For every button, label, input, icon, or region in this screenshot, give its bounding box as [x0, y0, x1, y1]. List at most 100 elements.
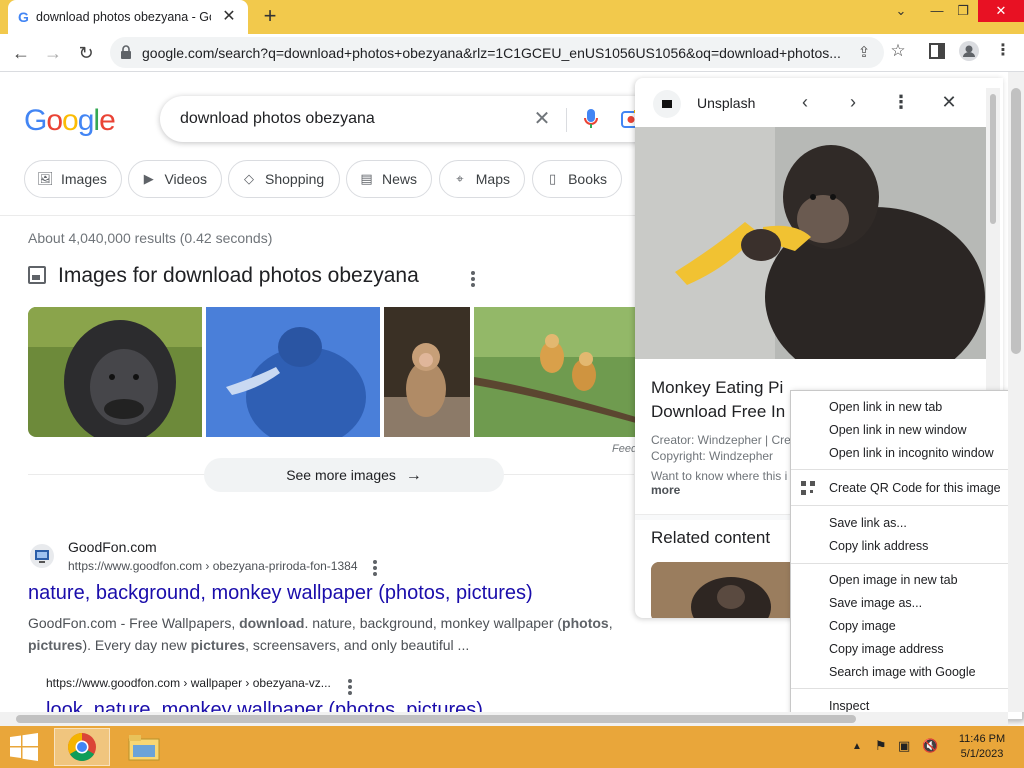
result-url[interactable]: https://www.goodfon.com › wallpaper › ob…	[46, 676, 331, 690]
clock-date: 5/1/2023	[960, 748, 1004, 760]
clear-search-icon[interactable]: ✕	[530, 107, 554, 131]
close-panel-icon[interactable]: ✕	[937, 90, 961, 114]
menu-copy-image[interactable]: Copy image	[791, 615, 1022, 637]
result-url[interactable]: https://www.goodfon.com › obezyana-priro…	[68, 559, 358, 573]
result-options-icon[interactable]	[348, 679, 352, 697]
menu-separator	[791, 469, 1022, 470]
preview-more-link[interactable]: more	[651, 483, 680, 497]
result-site-name[interactable]: GoodFon.com	[68, 539, 157, 555]
context-menu: Open link in new tab Open link in new wi…	[790, 390, 1023, 720]
more-options-icon[interactable]	[471, 271, 475, 289]
folder-icon	[128, 735, 160, 761]
menu-open-link-new-window[interactable]: Open link in new window	[791, 419, 1022, 441]
more-options-icon[interactable]: ⋮	[889, 90, 913, 114]
image-thumbnail[interactable]	[474, 307, 636, 437]
vertical-scrollbar-thumb[interactable]	[1011, 88, 1021, 354]
menu-open-image-new-tab[interactable]: Open image in new tab	[791, 569, 1022, 591]
chip-label: News	[381, 171, 417, 187]
tag-icon: ◇	[244, 171, 254, 186]
chip-images[interactable]: 🖼 Images	[24, 160, 122, 198]
see-more-images-button[interactable]: See more images →	[204, 458, 504, 492]
menu-save-image-as[interactable]: Save image as...	[791, 592, 1022, 614]
result-title-link[interactable]: nature, background, monkey wallpaper (ph…	[28, 582, 533, 605]
chip-maps[interactable]: ⌖ Maps	[439, 160, 525, 198]
menu-separator	[791, 688, 1022, 689]
restore-button[interactable]: ❐	[946, 0, 980, 22]
side-panel-icon[interactable]	[926, 40, 948, 62]
profile-avatar-icon[interactable]	[958, 40, 980, 62]
share-icon[interactable]: ⇪	[854, 43, 874, 63]
menu-save-link-as[interactable]: Save link as...	[791, 512, 1022, 534]
menu-create-qr-code[interactable]: Create QR Code for this image	[791, 477, 1022, 499]
lock-icon	[121, 45, 131, 59]
preview-image[interactable]	[635, 127, 986, 359]
page-horizontal-scrollbar[interactable]	[0, 712, 1008, 726]
preview-source-name[interactable]: Unsplash	[697, 95, 755, 111]
menu-search-image-google[interactable]: Search image with Google	[791, 661, 1022, 683]
snippet-text: ). Every day new	[82, 637, 191, 653]
logo-letter: o	[46, 104, 63, 137]
network-icon[interactable]: ▣	[898, 738, 910, 754]
menu-label: Create QR Code for this image	[829, 481, 1001, 495]
site-favicon-icon	[30, 544, 54, 568]
new-tab-button[interactable]: +	[258, 5, 282, 29]
close-window-button[interactable]: ✕	[978, 0, 1024, 22]
bookmark-star-icon[interactable]: ☆	[887, 40, 909, 62]
chip-videos[interactable]: ▶ Videos	[128, 160, 222, 198]
menu-open-link-incognito[interactable]: Open link in incognito window	[791, 442, 1022, 464]
snippet-highlight: photos	[562, 615, 609, 631]
chip-news[interactable]: ▤ News	[346, 160, 432, 198]
previous-image-icon[interactable]: ‹	[793, 90, 817, 114]
chip-label: Images	[61, 171, 107, 187]
menu-open-link-new-tab[interactable]: Open link in new tab	[791, 396, 1022, 418]
next-image-icon[interactable]: ›	[841, 90, 865, 114]
browser-tab[interactable]: G download photos obezyana - Google Sear…	[8, 0, 248, 34]
horizontal-scrollbar-thumb[interactable]	[16, 715, 856, 723]
search-box[interactable]: download photos obezyana ✕	[160, 96, 700, 142]
tab-close-icon[interactable]: ✕	[220, 8, 238, 26]
logo-letter: e	[99, 104, 116, 137]
related-image-thumbnail[interactable]	[651, 562, 801, 618]
windows-taskbar: ▲ ⚑ ▣ 🔇 11:46 PM 5/1/2023	[0, 726, 1024, 768]
header-divider	[0, 215, 636, 216]
menu-copy-link-address[interactable]: Copy link address	[791, 535, 1022, 557]
page-vertical-scrollbar[interactable]	[1008, 72, 1024, 712]
clock-time: 11:46 PM	[958, 733, 1006, 745]
panel-scrollbar-thumb[interactable]	[990, 94, 996, 224]
address-bar[interactable]: google.com/search?q=download+photos+obez…	[110, 37, 884, 68]
play-icon: ▶	[143, 171, 154, 186]
chip-books[interactable]: ▯ Books	[532, 160, 622, 198]
chip-label: Maps	[475, 171, 510, 187]
system-clock[interactable]: 11:46 PM 5/1/2023	[952, 732, 1012, 762]
image-thumbnail[interactable]	[384, 307, 470, 437]
forward-arrow-icon[interactable]: →	[40, 40, 66, 66]
action-center-flag-icon[interactable]: ⚑	[875, 738, 887, 754]
search-box-divider	[566, 108, 567, 132]
result-options-icon[interactable]	[373, 560, 377, 578]
preview-title[interactable]: Monkey Eating Pi Download Free In	[651, 376, 801, 424]
show-hidden-icons[interactable]: ▲	[852, 741, 862, 752]
chip-label: Videos	[164, 171, 207, 187]
menu-copy-image-address[interactable]: Copy image address	[791, 638, 1022, 660]
feedback-link[interactable]: Feed	[612, 443, 637, 455]
volume-muted-icon[interactable]: 🔇	[922, 738, 938, 754]
reload-icon[interactable]: ↻	[73, 40, 99, 66]
browser-menu-icon[interactable]: ⋮	[992, 40, 1014, 62]
image-thumbnail[interactable]	[206, 307, 380, 437]
start-button[interactable]	[0, 728, 48, 766]
menu-separator	[791, 563, 1022, 564]
chrome-icon	[68, 733, 96, 761]
chrome-taskbar-button[interactable]	[54, 728, 110, 766]
preview-title-line: Monkey Eating Pi	[651, 378, 784, 397]
search-query-text[interactable]: download photos obezyana	[180, 110, 375, 128]
unsplash-logo-icon	[653, 90, 681, 118]
result-title-link[interactable]: look, nature, monkey wallpaper (photos, …	[46, 699, 483, 712]
file-explorer-taskbar-button[interactable]	[116, 728, 172, 766]
google-logo[interactable]: Google	[24, 104, 116, 138]
result-stats: About 4,040,000 results (0.42 seconds)	[28, 230, 273, 246]
microphone-icon[interactable]	[579, 107, 603, 131]
back-arrow-icon[interactable]: ←	[8, 40, 34, 66]
chip-shopping[interactable]: ◇ Shopping	[228, 160, 340, 198]
image-thumbnail[interactable]	[28, 307, 202, 437]
tab-search-chevron-icon[interactable]: ⌄	[884, 0, 918, 22]
